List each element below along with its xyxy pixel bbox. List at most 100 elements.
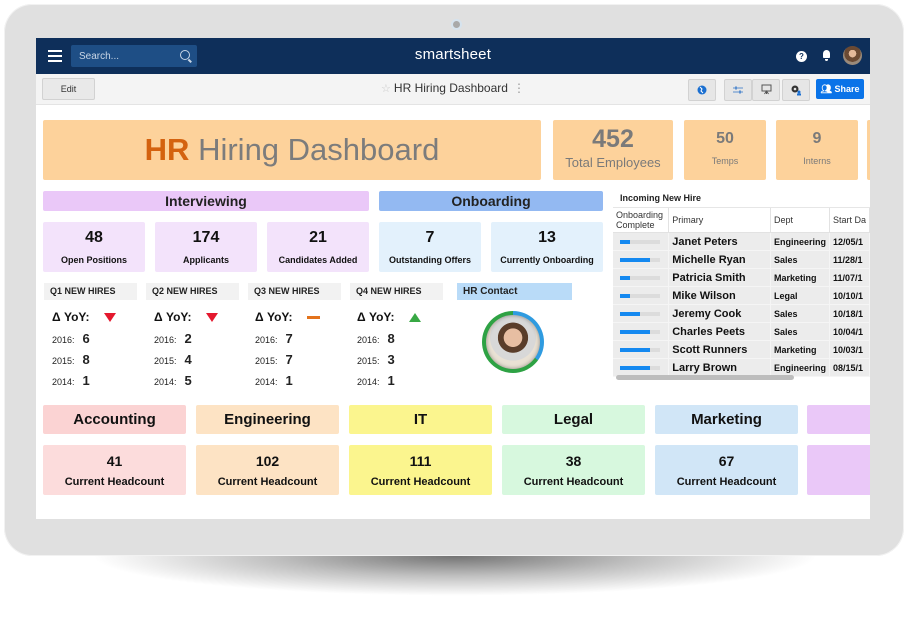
name-cell[interactable]: Scott Runners [668, 340, 771, 359]
camera-icon [451, 19, 462, 30]
start-date-cell[interactable]: 12/05/1 [829, 232, 870, 251]
publish-globe-button[interactable] [688, 79, 716, 101]
notifications-bell-icon[interactable] [822, 50, 831, 61]
table-row[interactable]: Michelle Ryan Sales 11/28/1 [613, 250, 870, 269]
onboarding-header: Onboarding [379, 191, 603, 211]
year-value: 4 [184, 352, 192, 367]
hr-contact-photo[interactable] [482, 311, 544, 373]
progress-bar [620, 275, 660, 280]
department-header: Accounting [43, 405, 186, 434]
horizontal-scrollbar[interactable] [616, 375, 794, 380]
table-row[interactable]: Scott Runners Marketing 10/03/1 [613, 340, 870, 359]
column-header-primary[interactable]: Primary [668, 208, 771, 233]
dept-cell[interactable]: Sales [770, 250, 830, 269]
year-label: 2016: [357, 335, 380, 345]
department-header: Engineering [196, 405, 339, 434]
start-date-cell[interactable]: 10/03/1 [829, 340, 870, 359]
trend-down-icon [205, 313, 218, 323]
progress-fill [620, 311, 640, 316]
year-value: 1 [285, 373, 293, 388]
department-headcount-card: 102 Current Headcount [196, 445, 339, 495]
gear-user-icon [791, 85, 801, 96]
metric-label: Applicants [182, 255, 229, 265]
dept-cell[interactable]: Legal [770, 286, 830, 305]
help-icon[interactable]: ? [796, 51, 807, 62]
onboarding-progress-cell [613, 250, 670, 269]
more-options-icon[interactable]: ⋮ [513, 81, 525, 95]
table-row[interactable]: Jeremy Cook Sales 10/18/1 [613, 304, 870, 323]
start-date-cell[interactable]: 10/10/1 [829, 286, 870, 305]
q1-row-2014: 2014: 1 [52, 373, 90, 388]
user-avatar[interactable] [843, 46, 862, 65]
dept-cell[interactable]: Sales [770, 304, 830, 323]
metric-label: Currently Onboarding [500, 255, 594, 265]
table-row[interactable]: Patricia Smith Marketing 11/07/1 [613, 268, 870, 287]
department-headcount-card: 38 Current Headcount [502, 445, 645, 495]
year-label: 2015: [255, 356, 278, 366]
dept-cell[interactable]: Marketing [770, 268, 830, 287]
start-date-cell[interactable]: 11/28/1 [829, 250, 870, 269]
q2-header: Q2 NEW HIRES [146, 283, 239, 300]
dept-cell[interactable]: Engineering [770, 358, 830, 377]
name-cell[interactable]: Charles Peets [668, 322, 771, 341]
department-header: IT [349, 405, 492, 434]
name-cell[interactable]: Jeremy Cook [668, 304, 771, 323]
q4-row-2014: 2014: 1 [357, 373, 395, 388]
headcount-label: Current Headcount [523, 476, 624, 488]
favorite-star-icon[interactable]: ☆ [381, 83, 391, 95]
name-cell[interactable]: Michelle Ryan [668, 250, 771, 269]
headcount-label: Current Headcount [370, 476, 471, 488]
yoy-label: Δ YoY: [255, 310, 293, 324]
name-cell[interactable]: Mike Wilson [668, 286, 771, 305]
top-navigation-bar: smartsheet ? [36, 38, 870, 74]
year-label: 2015: [154, 356, 177, 366]
search-input[interactable] [71, 45, 187, 67]
q3-yoy: Δ YoY: [255, 310, 320, 324]
start-date-cell[interactable]: 10/04/1 [829, 322, 870, 341]
dept-cell[interactable]: Sales [770, 322, 830, 341]
q4-header: Q4 NEW HIRES [350, 283, 443, 300]
progress-bar [620, 293, 660, 298]
interns-value: 9 [812, 130, 822, 147]
table-row[interactable]: Charles Peets Sales 10/04/1 [613, 322, 870, 341]
start-date-cell[interactable]: 10/18/1 [829, 304, 870, 323]
q1-row-2015: 2015: 8 [52, 352, 90, 367]
table-row[interactable]: Mike Wilson Legal 10/10/1 [613, 286, 870, 305]
headcount-value: 102 [255, 453, 280, 469]
dept-cell[interactable]: Engineering [770, 232, 830, 251]
start-date-cell[interactable]: 11/07/1 [829, 268, 870, 287]
presentation-icon [761, 84, 771, 95]
search-box [71, 45, 197, 67]
name-cell[interactable]: Larry Brown [668, 358, 771, 377]
q4-yoy: Δ YoY: [357, 310, 421, 324]
table-row[interactable]: Larry Brown Engineering 08/15/1 [613, 358, 870, 377]
search-icon[interactable] [180, 50, 190, 60]
q3-row-2015: 2015: 7 [255, 352, 293, 367]
temps-value: 50 [716, 130, 734, 147]
year-value: 5 [184, 373, 192, 388]
column-header-start-date[interactable]: Start Da [829, 208, 870, 233]
name-cell[interactable]: Janet Peters [668, 232, 771, 251]
table-row[interactable]: Janet Peters Engineering 12/05/1 [613, 232, 870, 251]
settings-button[interactable] [782, 79, 810, 101]
screen: smartsheet ? Edit ☆HR Hiring Dashboard⋮ … [36, 38, 870, 519]
q3-row-2014: 2014: 1 [255, 373, 293, 388]
name-cell[interactable]: Patricia Smith [668, 268, 771, 287]
total-employees-card: 452 Total Employees [553, 120, 673, 180]
q2-row-2014: 2014: 5 [154, 373, 192, 388]
department-headcount-card: 111 Current Headcount [349, 445, 492, 495]
share-button[interactable]: 👥︎ Share [816, 79, 864, 99]
column-header-onboarding[interactable]: Onboarding Complete [613, 208, 670, 233]
onboarding-progress-cell [613, 286, 670, 305]
dept-cell[interactable]: Marketing [770, 340, 830, 359]
metric-value: 21 [309, 229, 327, 246]
presentation-button[interactable] [752, 79, 780, 101]
column-header-dept[interactable]: Dept [770, 208, 830, 233]
progress-fill [620, 293, 630, 298]
start-date-cell[interactable]: 08/15/1 [829, 358, 870, 377]
hamburger-menu-icon[interactable] [48, 50, 62, 62]
activity-button[interactable] [724, 79, 752, 101]
q3-header: Q3 NEW HIRES [248, 283, 341, 300]
headcount-label: Curren [807, 476, 870, 488]
year-label: 2014: [52, 377, 75, 387]
